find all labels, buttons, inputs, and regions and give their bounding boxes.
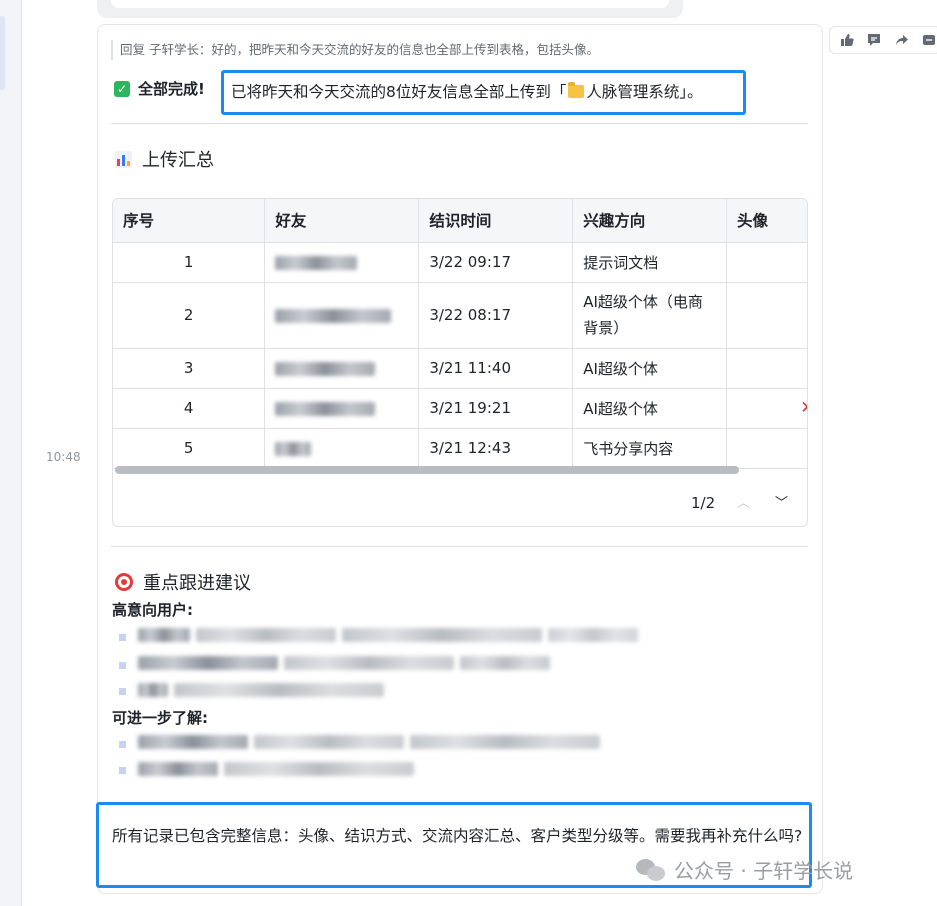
done-label: 全部完成!: [138, 80, 205, 98]
cell-time: 3/21 12:43: [418, 428, 574, 469]
col-header-avatar[interactable]: 头像: [726, 199, 807, 243]
cell-time: 3/22 08:17: [418, 282, 574, 349]
previous-message-bubble: [97, 0, 683, 18]
divider: [111, 546, 808, 547]
cell-no: 1: [113, 242, 266, 283]
table-row[interactable]: 3 3/21 11:40 AI超级个体 ✓: [113, 348, 807, 389]
page-indicator: 1/2: [691, 494, 716, 512]
list-item-blurred: [138, 628, 638, 642]
message-timestamp: 10:48: [46, 450, 81, 464]
cell-friend-blurred: [264, 348, 420, 389]
cell-interest: 提示词文档: [572, 242, 728, 283]
closing-message: 所有记录已包含完整信息：头像、结识方式、交流内容汇总、客户类型分级等。需要我再补…: [112, 827, 803, 845]
cell-interest: AI超级个体: [572, 348, 728, 389]
col-header-friend[interactable]: 好友: [264, 199, 420, 243]
upload-summary-title: 上传汇总: [115, 146, 214, 172]
col-header-no[interactable]: 序号: [113, 199, 266, 243]
cell-time: 3/21 11:40: [418, 348, 574, 389]
share-icon[interactable]: [891, 29, 913, 51]
message-actions: [829, 26, 937, 54]
table-row[interactable]: 5 3/21 12:43 飞书分享内容 ✓: [113, 428, 807, 469]
wechat-icon: [636, 858, 666, 881]
cell-avatar: ✓: [726, 242, 807, 283]
done-header: ✓ 全部完成!: [114, 78, 211, 99]
check-mark-icon: ✓: [114, 80, 130, 97]
table-row[interactable]: 1 3/22 09:17 提示词文档 ✓: [113, 242, 807, 283]
target-icon: [115, 573, 133, 591]
table-header-row: 序号 好友 结识时间 兴趣方向 头像: [113, 199, 807, 243]
cell-friend-blurred: [264, 282, 420, 349]
comment-icon[interactable]: [864, 29, 886, 51]
divider: [111, 123, 808, 124]
bullet-point: [119, 662, 126, 669]
thumbs-up-icon[interactable]: [836, 29, 858, 51]
table-horizontal-scrollbar[interactable]: [115, 466, 739, 474]
cell-avatar: ✓: [726, 282, 807, 349]
col-header-time[interactable]: 结识时间: [418, 199, 574, 243]
col-header-interest[interactable]: 兴趣方向: [572, 199, 728, 243]
folder-link[interactable]: 人脉管理系统: [586, 83, 679, 101]
bullet-point: [119, 688, 126, 695]
cell-avatar: ✓: [726, 428, 807, 469]
done-text: 已将昨天和今天交流的8位好友信息全部上传到「 人脉管理系统」。: [231, 82, 703, 101]
cell-avatar: ✕(默: [726, 388, 807, 429]
cell-no: 2: [113, 282, 266, 349]
list-item-blurred: [138, 656, 550, 670]
cell-friend-blurred: [264, 388, 420, 429]
chevron-down-icon[interactable]: ﹀: [775, 492, 788, 511]
upload-summary-table: 序号 好友 结识时间 兴趣方向 头像 1 3/22 09:17 提示词文档 ✓ …: [112, 198, 808, 527]
chevron-up-icon[interactable]: ︿: [737, 492, 750, 511]
list-item-blurred: [138, 762, 414, 776]
left-rail: [0, 0, 22, 906]
cell-time: 3/21 19:21: [418, 388, 574, 429]
folder-icon: [568, 82, 585, 98]
list-item-blurred: [138, 735, 600, 749]
cell-friend-blurred: [264, 428, 420, 469]
cell-no: 4: [113, 388, 266, 429]
cell-friend-blurred: [264, 242, 420, 283]
cell-avatar: ✓: [726, 348, 807, 389]
learn-more-heading: 可进一步了解:: [112, 709, 208, 727]
high-intent-heading: 高意向用户:: [112, 601, 193, 619]
table-row[interactable]: 4 3/21 19:21 AI超级个体 ✕(默: [113, 388, 807, 429]
cell-interest: AI超级个体（电商背景）: [572, 282, 728, 349]
cell-no: 3: [113, 348, 266, 389]
bullet-point: [119, 767, 126, 774]
cell-time: 3/22 09:17: [418, 242, 574, 283]
bar-chart-icon: [115, 150, 132, 168]
followup-title: 重点跟进建议: [115, 569, 251, 595]
watermark: 公众号 · 子轩学长说: [636, 855, 853, 884]
list-item-blurred: [138, 683, 384, 697]
bullet-point: [119, 741, 126, 748]
cell-interest: AI超级个体: [572, 388, 728, 429]
cell-interest: 飞书分享内容: [572, 428, 728, 469]
cell-no: 5: [113, 428, 266, 469]
rail-tab[interactable]: [0, 16, 5, 90]
reply-quote: 回复 子轩学长：好的，把昨天和今天交流的好友的信息也全部上传到表格，包括头像。: [111, 40, 599, 60]
table-row[interactable]: 2 3/22 08:17 AI超级个体（电商背景） ✓: [113, 282, 807, 349]
more-icon[interactable]: [919, 29, 937, 51]
cross-mark-icon: ✕(默: [800, 398, 807, 418]
bullet-point: [119, 634, 126, 641]
